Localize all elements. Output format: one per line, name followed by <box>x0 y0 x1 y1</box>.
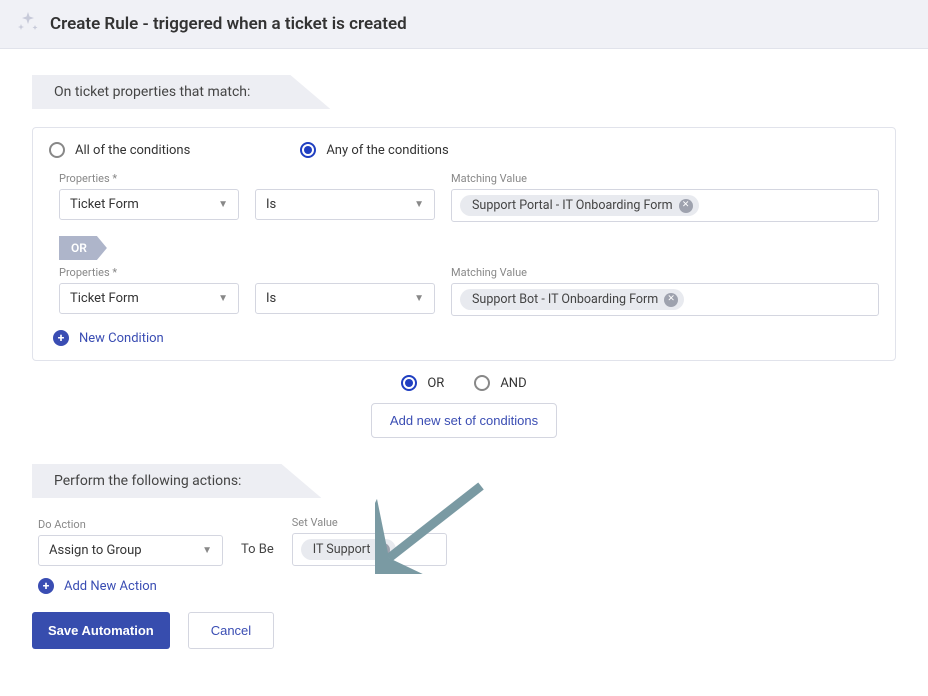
radio-icon <box>401 375 417 391</box>
radio-icon <box>300 142 316 158</box>
radio-any-conditions[interactable]: Any of the conditions <box>300 142 448 158</box>
remove-chip-icon[interactable]: ✕ <box>679 199 693 213</box>
chevron-down-icon: ▼ <box>414 199 424 210</box>
group-logic-radios: OR AND <box>32 375 896 391</box>
chevron-down-icon: ▼ <box>218 199 228 210</box>
value-chip: Support Portal - IT Onboarding Form ✕ <box>460 195 699 216</box>
property-dropdown[interactable]: Ticket Form ▼ <box>59 283 239 314</box>
remove-chip-icon[interactable]: ✕ <box>376 543 390 557</box>
radio-label: Any of the conditions <box>326 143 448 158</box>
matching-value-input[interactable]: Support Portal - IT Onboarding Form ✕ <box>451 189 879 222</box>
footer-buttons: Save Automation Cancel <box>32 612 896 649</box>
properties-label: Properties * <box>59 266 239 279</box>
value-chip: Support Bot - IT Onboarding Form ✕ <box>460 289 684 310</box>
add-set-conditions-button[interactable]: Add new set of conditions <box>371 403 557 438</box>
radio-label: All of the conditions <box>75 143 190 158</box>
operator-dropdown[interactable]: Is ▼ <box>255 189 435 220</box>
to-be-label: To Be <box>241 542 274 566</box>
remove-chip-icon[interactable]: ✕ <box>664 293 678 307</box>
conditions-section-header: On ticket properties that match: <box>32 75 896 109</box>
add-new-action-link[interactable]: + Add New Action <box>32 578 896 594</box>
chevron-down-icon: ▼ <box>218 293 228 304</box>
matching-value-label: Matching Value <box>451 266 879 279</box>
radio-label: AND <box>500 376 526 391</box>
actions-section-header: Perform the following actions: <box>32 464 896 498</box>
chevron-down-icon: ▼ <box>414 293 424 304</box>
condition-row: Properties * Ticket Form ▼ Is ▼ Matching… <box>49 172 879 222</box>
action-row: Do Action Assign to Group ▼ To Be Set Va… <box>32 516 896 566</box>
page-title: Create Rule - triggered when a ticket is… <box>50 14 407 34</box>
set-value-label: Set Value <box>292 516 447 529</box>
radio-label: OR <box>427 376 444 391</box>
set-value-input[interactable]: IT Support ✕ <box>292 533 447 566</box>
radio-all-conditions[interactable]: All of the conditions <box>49 142 190 158</box>
radio-icon <box>49 142 65 158</box>
plus-circle-icon: + <box>38 578 54 594</box>
new-condition-link[interactable]: + New Condition <box>49 330 879 346</box>
operator-dropdown[interactable]: Is ▼ <box>255 283 435 314</box>
conditions-box: All of the conditions Any of the conditi… <box>32 127 896 361</box>
sparkle-icon <box>16 10 40 38</box>
radio-logic-or[interactable]: OR <box>401 375 444 391</box>
cancel-button[interactable]: Cancel <box>188 612 274 649</box>
chevron-down-icon: ▼ <box>202 545 212 556</box>
plus-circle-icon: + <box>53 330 69 346</box>
save-automation-button[interactable]: Save Automation <box>32 612 170 649</box>
do-action-label: Do Action <box>38 518 223 531</box>
radio-logic-and[interactable]: AND <box>474 375 526 391</box>
radio-icon <box>474 375 490 391</box>
condition-mode-radios: All of the conditions Any of the conditi… <box>49 142 879 158</box>
property-dropdown[interactable]: Ticket Form ▼ <box>59 189 239 220</box>
matching-value-input[interactable]: Support Bot - IT Onboarding Form ✕ <box>451 283 879 316</box>
do-action-dropdown[interactable]: Assign to Group ▼ <box>38 535 223 566</box>
matching-value-label: Matching Value <box>451 172 879 185</box>
or-separator: OR <box>59 236 107 260</box>
properties-label: Properties * <box>59 172 239 185</box>
value-chip: IT Support ✕ <box>301 539 397 560</box>
page-header: Create Rule - triggered when a ticket is… <box>0 0 928 49</box>
condition-row: Properties * Ticket Form ▼ Is ▼ Matching… <box>49 266 879 316</box>
